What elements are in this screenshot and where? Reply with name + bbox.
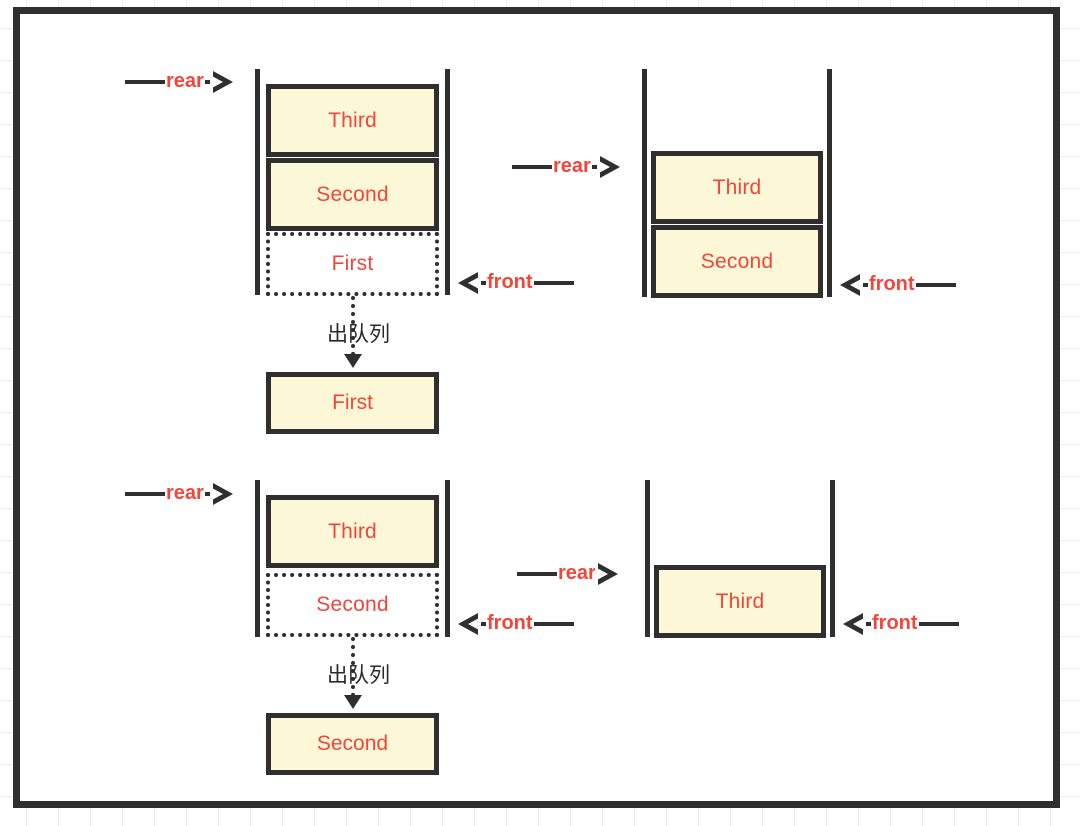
rear-pointer: rear	[125, 481, 234, 507]
rear-pointer: rear	[125, 69, 234, 95]
queue-rail-left	[255, 480, 260, 637]
dequeued-item-box: Second	[266, 713, 439, 775]
arrow-left-icon	[458, 272, 481, 294]
front-pointer-label: front	[487, 271, 533, 293]
dequeue-arrowhead-icon	[344, 354, 362, 368]
arrow-right-icon	[209, 483, 233, 505]
front-pointer-label: front	[872, 612, 918, 634]
arrow-left-icon	[843, 613, 866, 635]
queue-rail-right	[445, 69, 450, 295]
queue-cell: Third	[654, 565, 826, 638]
arrow-right-icon	[596, 156, 620, 178]
diagram-canvas: Third Second First rear front 出队列 First …	[0, 0, 1080, 826]
queue-rail-left	[642, 69, 647, 297]
queue-cell-label: Third	[328, 108, 377, 132]
dequeue-label: 出队列	[327, 322, 390, 346]
dequeued-item-label: First	[332, 391, 373, 414]
rear-pointer-label: rear	[553, 155, 591, 177]
dequeue-arrow: 出队列	[327, 296, 390, 368]
queue-cell-label: First	[331, 252, 374, 275]
rear-pointer: rear	[517, 561, 619, 587]
queue-cell: Third	[266, 495, 439, 568]
dequeued-item-label: Second	[316, 732, 389, 755]
queue-cell: Second	[651, 225, 823, 298]
pointer-line	[533, 622, 574, 626]
queue-rail-left	[255, 69, 260, 295]
front-pointer: front	[842, 611, 959, 637]
dequeue-arrow: 出队列	[327, 637, 390, 709]
queue-rail-right	[830, 480, 835, 637]
dequeued-item-box: First	[266, 372, 439, 434]
front-pointer-label: front	[487, 612, 533, 634]
arrow-right-icon	[209, 71, 233, 93]
pointer-line	[125, 80, 165, 84]
arrow-left-icon	[840, 274, 863, 296]
canvas-frame: Third Second First rear front 出队列 First …	[13, 7, 1060, 808]
rear-pointer-label: rear	[166, 70, 204, 92]
queue-rail-right	[445, 480, 450, 637]
front-pointer: front	[457, 611, 574, 637]
pointer-line	[125, 492, 165, 496]
queue-cell-label: Third	[715, 589, 765, 613]
pointer-line	[915, 283, 956, 287]
queue-cell: Third	[651, 151, 823, 224]
front-pointer: front	[839, 272, 956, 298]
queue-cell-ghost: First	[266, 232, 439, 296]
queue-cell-label: Third	[328, 519, 377, 543]
queue-cell: Second	[266, 158, 439, 231]
queue-rail-right	[827, 69, 832, 297]
pointer-line	[512, 165, 552, 169]
rear-pointer: rear	[512, 154, 621, 180]
queue-cell-ghost: Second	[266, 573, 439, 637]
queue-cell-label: Third	[712, 175, 762, 199]
pointer-line	[517, 572, 557, 576]
pointer-line	[533, 281, 574, 285]
pointer-line	[918, 622, 959, 626]
queue-cell-label: Second	[316, 182, 389, 206]
queue-cell: Third	[266, 84, 439, 157]
front-pointer: front	[457, 270, 574, 296]
queue-cell-label: Second	[316, 593, 389, 616]
rear-pointer-label: rear	[166, 482, 204, 504]
queue-cell-label: Second	[700, 249, 774, 273]
dequeue-arrowhead-icon	[344, 695, 362, 709]
rear-pointer-label: rear	[558, 562, 596, 584]
dequeue-label: 出队列	[327, 663, 390, 687]
queue-rail-left	[645, 480, 650, 637]
front-pointer-label: front	[869, 273, 915, 295]
arrow-right-icon	[594, 563, 618, 585]
arrow-left-icon	[458, 613, 481, 635]
